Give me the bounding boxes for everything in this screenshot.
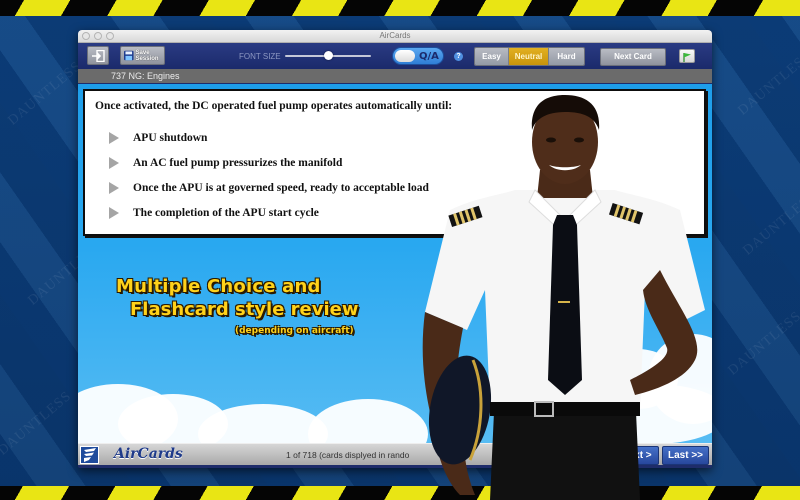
difficulty-selector: Easy Neutral Hard	[474, 47, 585, 66]
answer-list: APU shutdown An AC fuel pump pressurizes…	[109, 125, 429, 225]
promo-line-3: (depending on aircraft)	[235, 326, 354, 336]
pilot-photo	[422, 95, 705, 500]
difficulty-hard-button[interactable]: Hard	[549, 48, 584, 65]
next-card-button[interactable]: Next Card	[600, 48, 666, 66]
answer-text: An AC fuel pump pressurizes the manifold	[133, 156, 343, 169]
difficulty-easy-button[interactable]: Easy	[475, 48, 509, 65]
watermark: DAUNTLESS	[725, 308, 800, 379]
play-arrow-icon	[109, 206, 119, 219]
hazard-stripe-top	[0, 0, 800, 16]
answer-text: The completion of the APU start cycle	[133, 206, 319, 219]
exit-icon	[92, 50, 105, 62]
qa-toggle-label: Q/A	[419, 51, 439, 62]
difficulty-neutral-button[interactable]: Neutral	[509, 48, 549, 65]
exit-button[interactable]	[87, 46, 109, 65]
necktie	[548, 215, 582, 395]
window-title: AirCards	[379, 31, 411, 40]
play-arrow-icon	[109, 156, 119, 169]
save-session-button[interactable]: Save Session	[120, 46, 165, 65]
watermark: DAUNTLESS	[0, 388, 75, 459]
answer-option[interactable]: APU shutdown	[109, 125, 429, 150]
aircards-logo-icon	[80, 446, 99, 464]
flag-button[interactable]	[679, 49, 695, 63]
qa-toggle-knob	[395, 50, 415, 62]
belt	[490, 402, 640, 416]
watermark: DAUNTLESS	[735, 48, 800, 119]
promo-banner: Multiple Choice and Flashcard style revi…	[116, 276, 359, 336]
category-label: 737 NG: Engines	[78, 69, 712, 83]
answer-option[interactable]: An AC fuel pump pressurizes the manifold	[109, 150, 429, 175]
aircards-logo-text: AirCards	[114, 446, 183, 462]
promo-line-1: Multiple Choice and	[116, 276, 321, 297]
question-mark-icon[interactable]: ?	[454, 52, 463, 61]
card-count: 1 of 718 (cards displyed in rando	[286, 450, 410, 460]
play-arrow-icon	[109, 181, 119, 194]
answer-text: Once the APU is at governed speed, ready…	[133, 181, 429, 194]
font-size-slider-thumb[interactable]	[323, 51, 333, 60]
promo-line-2: Flashcard style review	[130, 299, 359, 320]
answer-option[interactable]: Once the APU is at governed speed, ready…	[109, 175, 429, 200]
answer-text: APU shutdown	[133, 131, 208, 144]
qa-toggle[interactable]: Q/A	[392, 47, 444, 65]
title-bar: AirCards	[78, 30, 712, 43]
answer-option[interactable]: The completion of the APU start cycle	[109, 200, 429, 225]
save-session-label: Save Session	[135, 49, 159, 62]
watermark: DAUNTLESS	[5, 58, 85, 129]
question-text: Once activated, the DC operated fuel pum…	[95, 100, 453, 112]
toolbar: Save Session FONT SIZE Q/A ? Easy Neutra…	[78, 43, 712, 69]
green-flag-icon	[683, 53, 691, 62]
font-size-label: FONT SIZE	[239, 52, 281, 61]
watermark: DAUNTLESS	[740, 188, 800, 259]
play-arrow-icon	[109, 131, 119, 144]
floppy-disk-icon	[124, 50, 134, 61]
